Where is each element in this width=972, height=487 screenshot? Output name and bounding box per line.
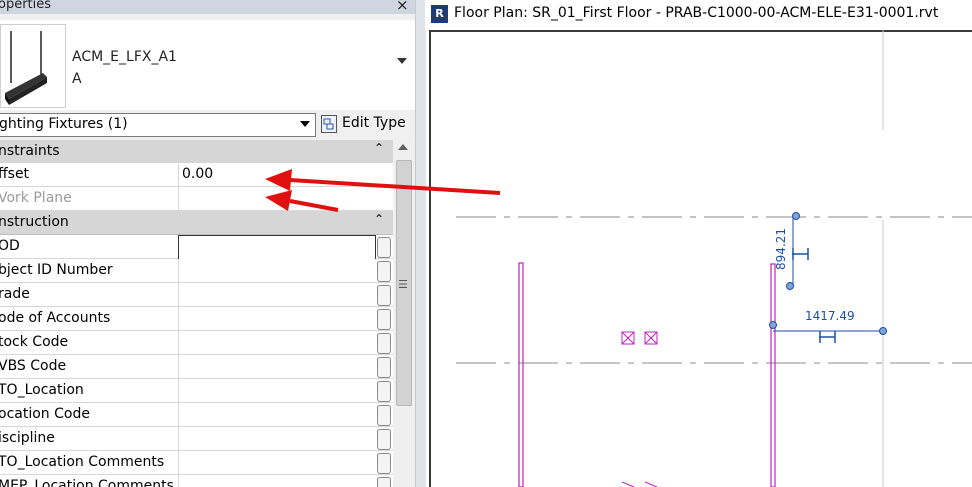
annotation-arrows bbox=[265, 169, 501, 212]
annotation-arrow bbox=[265, 190, 339, 212]
annotation-arrow bbox=[265, 169, 501, 195]
